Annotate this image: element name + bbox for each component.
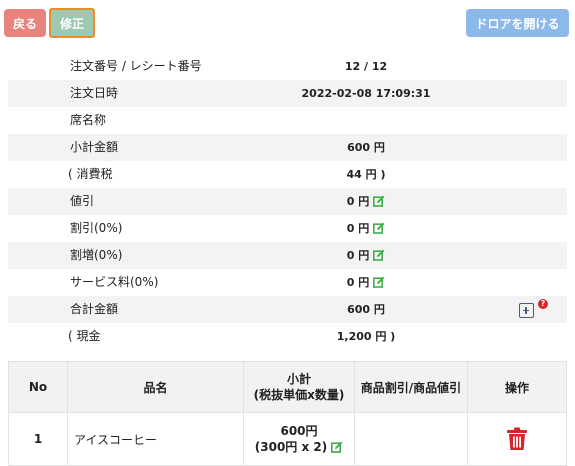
cash-row: ( 現金 1,200 円 ) <box>8 323 567 350</box>
row-subtotal-amount: 600円 <box>280 424 318 438</box>
order-number-value: 12 / 12 <box>344 60 388 73</box>
discount-pct-value: 0 円 <box>346 222 370 235</box>
header-name: 品名 <box>67 361 244 413</box>
total-label: 合計金額 <box>70 302 119 316</box>
table-header-row: No 品名 小計 (税抜単価x数量) 商品割引/商品値引 操作 <box>8 361 567 413</box>
order-number-row: 注文番号 / レシート番号 12 / 12 <box>8 53 567 80</box>
cash-label: ( 現金 <box>68 329 101 343</box>
row-subtotal-detail-wrap: (300円 x 2) <box>245 439 353 455</box>
edit-icon[interactable] <box>373 195 385 207</box>
tax-label: ( 消費税 <box>68 167 113 181</box>
surcharge-label: 割増(0%) <box>70 248 123 262</box>
tax-value: 44 円 ) <box>346 168 386 181</box>
discount-value-wrap: 0 円 <box>266 188 466 215</box>
surcharge-value: 0 円 <box>346 249 370 262</box>
subtotal-row: 小計金額 600 円 <box>8 134 567 161</box>
header-no: No <box>8 361 68 413</box>
total-value: 600 円 <box>347 303 385 316</box>
discount-pct-value-wrap: 0 円 <box>266 215 466 242</box>
service-row: サービス料(0%) 0 円 <box>8 269 567 296</box>
edit-icon[interactable] <box>373 276 385 288</box>
discount-pct-label: 割引(0%) <box>70 221 123 235</box>
tax-row: ( 消費税 44 円 ) <box>8 161 567 188</box>
seat-row: 席名称 <box>8 107 567 134</box>
add-payment-control: ? <box>519 299 549 319</box>
discount-row: 値引 0 円 <box>8 188 567 215</box>
header-discount: 商品割引/商品値引 <box>354 361 468 413</box>
seat-label: 席名称 <box>70 113 107 127</box>
datetime-row: 注文日時 2022-02-08 17:09:31 <box>8 80 567 107</box>
total-row: 合計金額 600 円 ? <box>8 296 567 323</box>
back-button[interactable]: 戻る <box>4 9 46 37</box>
order-items-table: No 品名 小計 (税抜単価x数量) 商品割引/商品値引 操作 1 アイスコーヒ… <box>8 361 567 466</box>
discount-label: 値引 <box>70 194 95 208</box>
order-number-label: 注文番号 / レシート番号 <box>70 59 202 73</box>
datetime-value: 2022-02-08 17:09:31 <box>301 87 431 100</box>
header-subtotal-line1: 小計 <box>286 372 311 386</box>
cash-value: 1,200 円 ) <box>336 330 396 343</box>
subtotal-label: 小計金額 <box>70 140 119 154</box>
open-drawer-button[interactable]: ドロアを開ける <box>466 9 569 37</box>
row-subtotal-detail: (300円 x 2) <box>254 440 328 454</box>
service-value-wrap: 0 円 <box>266 269 466 296</box>
fix-button[interactable]: 修正 <box>49 8 95 38</box>
discount-pct-row: 割引(0%) 0 円 <box>8 215 567 242</box>
service-value: 0 円 <box>346 276 370 289</box>
datetime-label: 注文日時 <box>70 86 119 100</box>
edit-icon[interactable] <box>331 441 343 453</box>
subtotal-value: 600 円 <box>347 141 385 154</box>
surcharge-row: 割増(0%) 0 円 <box>8 242 567 269</box>
help-icon[interactable]: ? <box>538 299 548 309</box>
order-info: 注文番号 / レシート番号 12 / 12 注文日時 2022-02-08 17… <box>8 53 567 350</box>
surcharge-value-wrap: 0 円 <box>266 242 466 269</box>
discount-value: 0 円 <box>346 195 370 208</box>
plus-square-icon[interactable] <box>519 303 534 318</box>
service-label: サービス料(0%) <box>70 275 159 289</box>
edit-icon[interactable] <box>373 222 385 234</box>
edit-icon[interactable] <box>373 249 385 261</box>
trash-icon[interactable] <box>506 427 528 451</box>
header-subtotal: 小計 (税抜単価x数量) <box>243 361 355 413</box>
header-action: 操作 <box>467 361 567 413</box>
header-subtotal-line2: (税抜単価x数量) <box>253 388 345 402</box>
